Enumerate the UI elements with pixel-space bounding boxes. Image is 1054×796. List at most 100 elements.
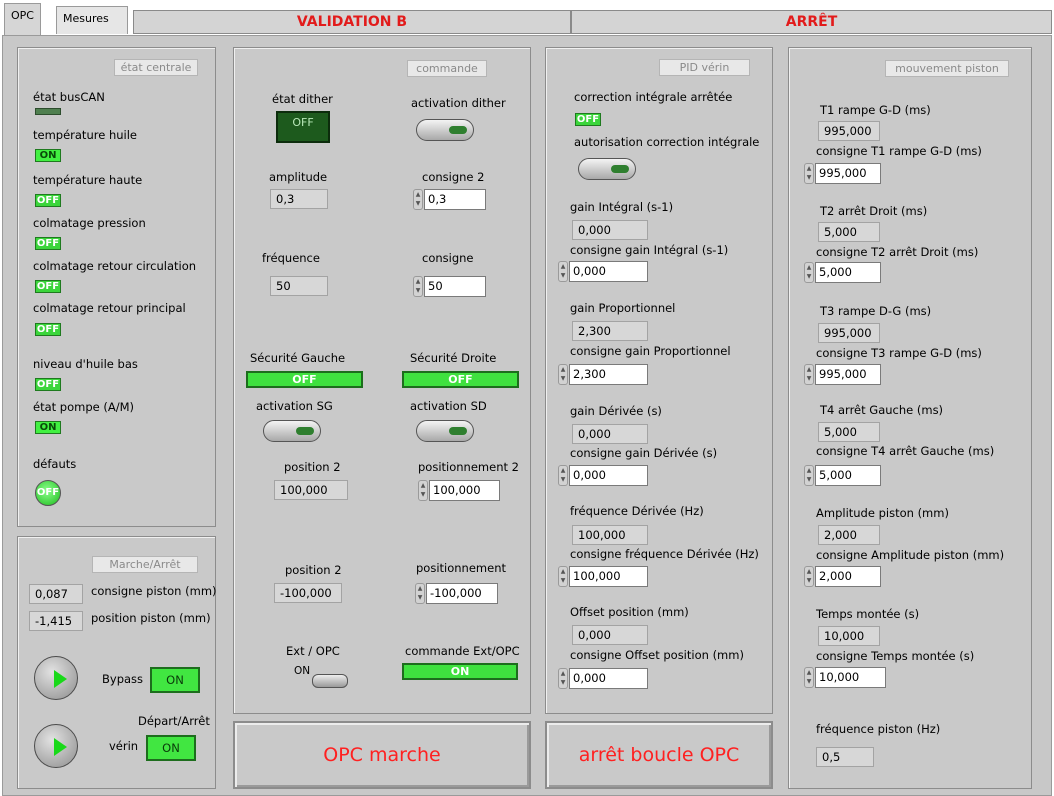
temperature-huile-led: ON [35,149,61,162]
activation-sd-toggle[interactable] [416,420,474,442]
gain-integral-label: gain Intégral (s-1) [570,200,674,214]
consigne-piston-label: consigne piston (mm) [91,584,217,598]
tab-opc[interactable]: OPC [4,3,41,36]
validation-b-button[interactable]: VALIDATION B [133,10,571,34]
correction-integrale-label: correction intégrale arrêtée [574,90,733,104]
t2-arret-droit-label: T2 arrêt Droit (ms) [820,204,928,218]
arret-button[interactable]: ARRÊT [571,10,1052,34]
amplitude-piston-label: Amplitude piston (mm) [816,506,949,520]
position2a-label: position 2 [284,460,341,474]
positionnement-label: positionnement [416,561,506,575]
colmatage-pression-label: colmatage pression [33,216,146,230]
colmatage-retour-circulation-led: OFF [35,280,61,293]
pid-verin-panel: PID vérin correction intégrale arrêtée O… [545,47,773,714]
securite-droite-state: OFF [402,371,519,388]
consigne-t3-rampe-label: consigne T3 rampe G-D (ms) [816,346,982,360]
positionnement2-control[interactable]: ▲ ▼ 100,000 [418,480,500,501]
t3-rampe-label: T3 rampe D-G (ms) [820,304,932,318]
activation-dither-label: activation dither [411,96,506,110]
consigne-frequence-derivee-control[interactable]: ▲ ▼ 100,000 [558,566,648,587]
offset-position-label: Offset position (mm) [570,605,689,619]
position-piston-label: position piston (mm) [91,611,211,625]
t4-arret-gauche-label: T4 arrêt Gauche (ms) [820,403,944,417]
consigne-t4-arret-gauche-control[interactable]: ▲ ▼ 5,000 [804,465,881,486]
consigne-t4-arret-gauche-label: consigne T4 arrêt Gauche (ms) [816,444,995,458]
tab-mesures[interactable]: Mesures [56,6,128,34]
stepper-arrows-icon[interactable]: ▲ ▼ [804,667,814,688]
gain-proportionnel-label: gain Proportionnel [570,301,676,315]
offset-position-value: 0,000 [572,625,648,645]
consigne2-control[interactable]: ▲ ▼ 0,3 [413,189,486,210]
mouvement-piston-panel: mouvement piston T1 rampe G-D (ms) 995,0… [788,47,1032,789]
consigne-gain-proportionnel-control[interactable]: ▲ ▼ 2,300 [558,364,648,385]
opc-marche-button[interactable]: OPC marche [233,721,531,789]
ext-opc-state: ON [294,665,311,677]
consigne-gain-proportionnel-label: consigne gain Proportionnel [570,344,731,358]
consigne-amplitude-piston-control[interactable]: ▲ ▼ 2,000 [804,566,881,587]
stepper-arrows-icon[interactable]: ▲ ▼ [804,163,814,184]
bypass-button[interactable] [34,656,78,700]
commande-panel: commande état dither OFF activation dith… [233,47,531,714]
consigne-gain-derivee-control[interactable]: ▲ ▼ 0,000 [558,465,648,486]
temps-montee-value: 10,000 [818,626,880,646]
colmatage-retour-circulation-label: colmatage retour circulation [33,259,197,273]
t2-arret-droit-value: 5,000 [818,222,880,242]
commande-title: commande [407,60,487,77]
consigne-t3-rampe-control[interactable]: ▲ ▼ 995,000 [804,364,881,385]
arret-boucle-opc-button[interactable]: arrêt boucle OPC [545,721,773,789]
correction-integrale-led: OFF [575,113,601,126]
stepper-arrows-icon[interactable]: ▲ ▼ [804,262,814,283]
verin-button[interactable] [34,724,78,768]
position-piston-value: -1,415 [29,611,83,631]
consigne-temps-montee-control[interactable]: ▲ ▼ 10,000 [804,667,886,688]
consigne-t2-arret-droit-control[interactable]: ▲ ▼ 5,000 [804,262,881,283]
bypass-label: Bypass [102,672,144,686]
stepper-arrows-icon[interactable]: ▲ ▼ [804,364,814,385]
bypass-state[interactable]: ON [150,667,200,693]
consigne-offset-position-control[interactable]: ▲ ▼ 0,000 [558,668,648,689]
colmatage-retour-principal-led: OFF [35,323,61,336]
etat-centrale-panel: état centrale état busCAN température hu… [17,47,216,527]
commande-ext-label: commande Ext/OPC [405,644,520,658]
consigne-gain-integral-control[interactable]: ▲ ▼ 0,000 [558,261,648,282]
stepper-arrows-icon[interactable]: ▲ ▼ [558,364,568,385]
stepper-arrows-icon[interactable]: ▲ ▼ [558,465,568,486]
stepper-arrows-icon[interactable]: ▲ ▼ [558,668,568,689]
consigne-t1-rampe-control[interactable]: ▲ ▼ 995,000 [804,163,881,184]
etat-centrale-title: état centrale [114,59,198,76]
amplitude-value: 0,3 [270,189,328,209]
consigne-offset-position-label: consigne Offset position (mm) [570,648,744,662]
consigne-amplitude-piston-label: consigne Amplitude piston (mm) [816,548,1005,562]
ext-opc-switch[interactable] [312,674,348,688]
marche-arret-title: Marche/Arrêt [92,556,198,573]
mouvement-piston-title: mouvement piston [885,60,1009,77]
activation-dither-toggle[interactable] [416,119,474,141]
niveau-huile-bas-led: OFF [35,378,61,391]
etat-pompe-led: ON [35,421,61,434]
colmatage-retour-principal-label: colmatage retour principal [33,301,186,315]
stepper-arrows-icon[interactable]: ▲ ▼ [418,480,428,501]
stepper-arrows-icon[interactable]: ▲ ▼ [558,261,568,282]
consigne-control[interactable]: ▲ ▼ 50 [413,276,486,297]
position2b-value: -100,000 [274,583,342,603]
positionnement-control[interactable]: ▲ ▼ -100,000 [415,583,498,604]
consigne-t2-arret-droit-label: consigne T2 arrêt Droit (ms) [816,245,979,259]
consigne-gain-integral-label: consigne gain Intégral (s-1) [570,243,729,257]
stepper-arrows-icon[interactable]: ▲ ▼ [804,465,814,486]
consigne2-label: consigne 2 [422,170,485,184]
verin-state[interactable]: ON [146,735,196,761]
activation-sg-toggle[interactable] [263,420,321,442]
stepper-arrows-icon[interactable]: ▲ ▼ [804,566,814,587]
autorisation-correction-toggle[interactable] [578,158,636,180]
position2b-label: position 2 [285,563,342,577]
stepper-arrows-icon[interactable]: ▲ ▼ [558,566,568,587]
etat-pompe-label: état pompe (A/M) [33,400,135,414]
position2a-value: 100,000 [274,480,348,500]
t1-rampe-value: 995,000 [818,121,880,141]
stepper-arrows-icon[interactable]: ▲ ▼ [413,276,423,297]
play-icon [54,670,67,688]
defauts-led: OFF [35,480,61,506]
stepper-arrows-icon[interactable]: ▲ ▼ [413,189,423,210]
consigne-t1-rampe-label: consigne T1 rampe G-D (ms) [816,144,982,158]
stepper-arrows-icon[interactable]: ▲ ▼ [415,583,425,604]
